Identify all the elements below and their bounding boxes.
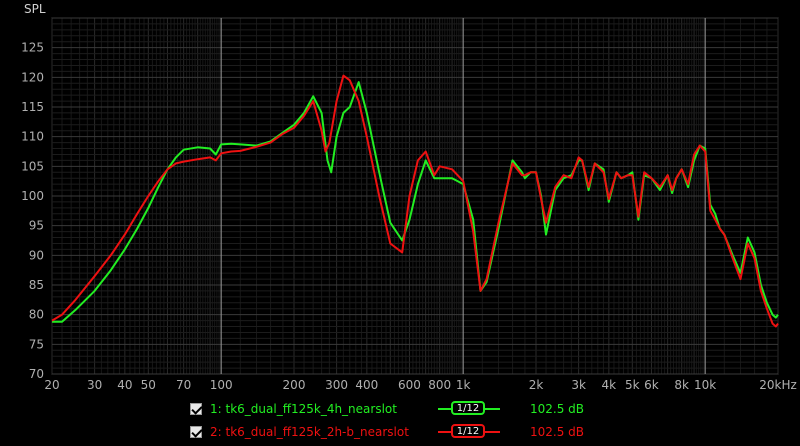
y-tick-label: 70 [29, 367, 44, 381]
y-tick-label: 100 [21, 189, 44, 203]
y-tick-label: 95 [29, 219, 44, 233]
x-tick-label: 10k [694, 378, 716, 392]
x-tick-label: 70 [176, 378, 191, 392]
x-tick-label: 200 [283, 378, 306, 392]
legend-1-smoothing: 1/12 [451, 401, 485, 415]
y-tick-label: 125 [21, 41, 44, 55]
x-tick-label: 8k [674, 378, 689, 392]
y-tick-label: 105 [21, 159, 44, 173]
x-tick-label: 100 [210, 378, 233, 392]
x-tick-label: 2k [529, 378, 544, 392]
y-tick-label: 75 [29, 337, 44, 351]
x-axis-ticks: 20 30 40 50 70 100 200 300 400 600 800 1k 2k 3k 4k 5k 6k… [44, 378, 796, 392]
x-tick-label: 5k [625, 378, 640, 392]
legend-2-checkbox[interactable] [190, 426, 202, 438]
x-tick-label: 3k [571, 378, 586, 392]
x-tick-label: 600 [398, 378, 421, 392]
x-tick-label: 300 [325, 378, 348, 392]
legend-2-label[interactable]: 2: tk6_dual_ff125k_2h-b_nearslot [210, 425, 430, 439]
y-tick-label: 110 [21, 130, 44, 144]
legend-2-smoothing-swatch[interactable]: 1/12 [438, 424, 500, 440]
y-tick-label: 120 [21, 70, 44, 84]
legend-2-level: 102.5 dB [529, 425, 584, 439]
x-tick-label: 400 [355, 378, 378, 392]
x-tick-label: 800 [428, 378, 451, 392]
y-axis-ticks: 70 75 80 85 90 95 100 105 110 115 120 125 [21, 41, 44, 381]
legend-1-smoothing-swatch[interactable]: 1/12 [438, 401, 500, 417]
x-tick-label: 40 [117, 378, 132, 392]
legend-row-1: 1: tk6_dual_ff125k_4h_nearslot 1/12 102.… [190, 400, 584, 418]
x-tick-label: 30 [87, 378, 102, 392]
legend-1-level: 102.5 dB [529, 402, 584, 416]
legend-1-label[interactable]: 1: tk6_dual_ff125k_4h_nearslot [210, 402, 430, 416]
y-tick-label: 115 [21, 100, 44, 114]
x-tick-label: 20kHz [759, 378, 797, 392]
legend-1-checkbox[interactable] [190, 403, 202, 415]
y-axis-label: SPL [24, 2, 46, 16]
legend-2-smoothing: 1/12 [451, 424, 485, 438]
x-tick-label: 4k [602, 378, 617, 392]
x-tick-label: 50 [141, 378, 156, 392]
x-tick-label: 1k [456, 378, 471, 392]
x-tick-label: 6k [644, 378, 659, 392]
y-tick-label: 85 [29, 278, 44, 292]
x-tick-label: 20 [44, 378, 59, 392]
y-tick-label: 80 [29, 308, 44, 322]
y-tick-label: 90 [29, 248, 44, 262]
spl-chart: 70 75 80 85 90 95 100 105 110 115 120 125 20 30 40 50 7… [21, 2, 797, 392]
legend-row-2: 2: tk6_dual_ff125k_2h-b_nearslot 1/12 10… [190, 423, 584, 441]
